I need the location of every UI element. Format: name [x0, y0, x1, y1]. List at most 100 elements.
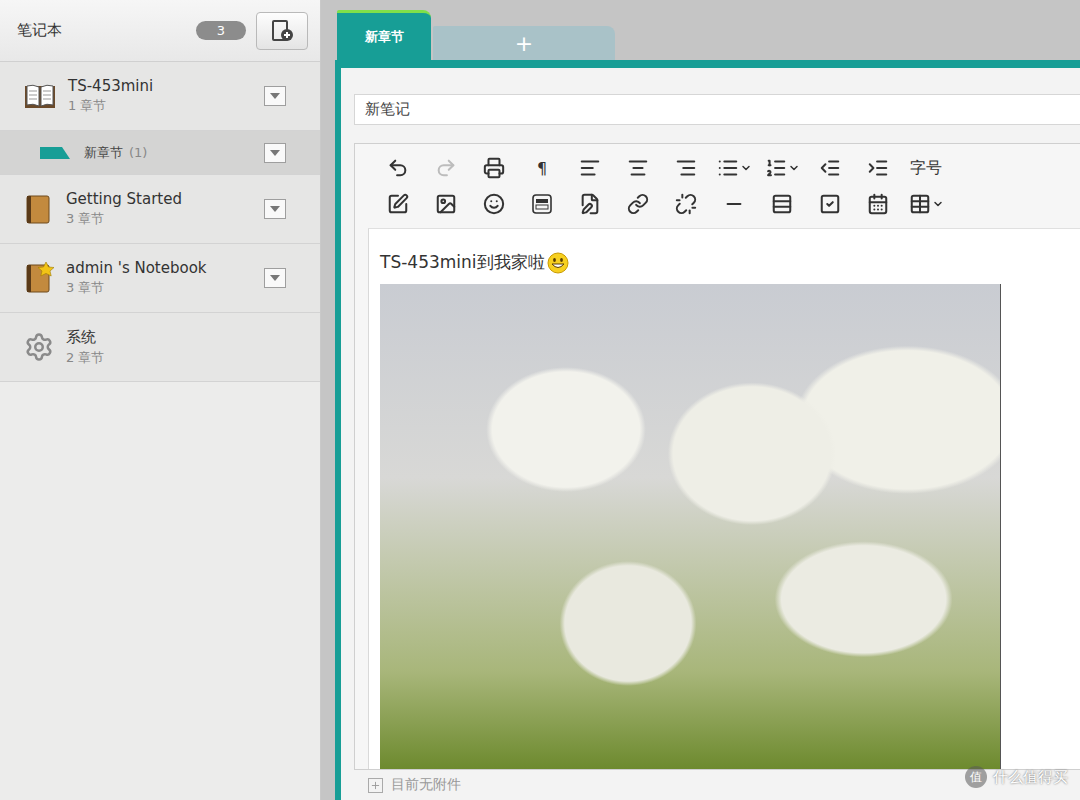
- format-button[interactable]: 字号: [908, 154, 944, 182]
- link-button[interactable]: [620, 190, 656, 218]
- dropdown-arrow-icon: [270, 150, 280, 156]
- dropdown-icon: [932, 198, 944, 210]
- tab[interactable]: +: [433, 26, 615, 60]
- table-icon: [909, 193, 931, 215]
- watermark-text: 什么值得买: [993, 768, 1068, 787]
- count-badge: 3: [196, 21, 246, 40]
- toolbar: ¶ 字号: [355, 144, 1080, 228]
- sidebar-title: 笔记本: [17, 21, 186, 40]
- note-button[interactable]: [572, 190, 608, 218]
- bullet-list-icon: [717, 157, 739, 179]
- hr-icon: [723, 193, 745, 215]
- undo-button[interactable]: [380, 154, 416, 182]
- checkbox-icon: [819, 193, 841, 215]
- outdent-button[interactable]: [812, 154, 848, 182]
- attachment-label: 目前无附件: [391, 776, 461, 794]
- editor-content[interactable]: TS-453mini到我家啦: [368, 228, 1080, 769]
- calendar-button[interactable]: [860, 190, 896, 218]
- print-icon: [483, 157, 505, 179]
- notebook-item[interactable]: Getting Started 3 章节: [0, 175, 320, 244]
- chapter-count: 2 章节: [66, 349, 286, 367]
- tulip-photo: [380, 284, 1001, 769]
- sidebar-header: 笔记本 3: [0, 0, 320, 62]
- image-icon: [435, 193, 457, 215]
- section-item[interactable]: 新章节(1): [0, 131, 320, 175]
- checkbox-button[interactable]: [812, 190, 848, 218]
- table-button[interactable]: [908, 190, 944, 218]
- notebook-item[interactable]: TS-453mini 1 章节: [0, 62, 320, 131]
- video-button[interactable]: [524, 190, 560, 218]
- bullet-list-button[interactable]: [716, 154, 752, 182]
- align-left-button[interactable]: [572, 154, 608, 182]
- number-list-icon: [765, 157, 787, 179]
- add-notebook-icon: [270, 19, 294, 43]
- align-center-button[interactable]: [620, 154, 656, 182]
- toolbar-row: [380, 190, 1080, 218]
- unlink-button[interactable]: [668, 190, 704, 218]
- video-icon: [531, 193, 553, 215]
- print-button[interactable]: [476, 154, 512, 182]
- watermark: 值什么值得买: [965, 766, 1068, 788]
- note-icon: [579, 193, 601, 215]
- open-book-icon: [24, 82, 56, 110]
- dropdown-arrow-icon: [270, 275, 280, 281]
- editor: ¶ 字号 TS-453mini到我家啦: [354, 143, 1080, 770]
- dropdown-icon: [740, 162, 752, 174]
- chapter-count: 3 章节: [66, 279, 252, 297]
- sidebar: 笔记本 3 TS-453mini 1 章节新章节(1) Getting Started 3…: [0, 0, 321, 800]
- align-left-icon: [579, 157, 601, 179]
- hr-button[interactable]: [716, 190, 752, 218]
- calendar-icon: [867, 193, 889, 215]
- format-button[interactable]: ¶: [524, 154, 560, 182]
- notebook-menu-button[interactable]: [264, 268, 286, 288]
- section-name: 新章节(1): [84, 144, 250, 162]
- redo-icon: [435, 157, 457, 179]
- toolbar-row: ¶ 字号: [380, 154, 1080, 182]
- notebook-menu-button[interactable]: [264, 199, 286, 219]
- dropdown-icon: [788, 162, 800, 174]
- add-notebook-button[interactable]: [256, 12, 308, 50]
- add-attachment-icon[interactable]: [368, 778, 383, 793]
- notebook-item[interactable]: 系统 2 章节: [0, 313, 320, 382]
- undo-icon: [387, 157, 409, 179]
- notes-app: 笔记本 3 TS-453mini 1 章节新章节(1) Getting Started 3…: [0, 0, 1080, 800]
- rows-button[interactable]: [764, 190, 800, 218]
- notebook-name: 系统: [66, 328, 286, 347]
- starred-book-icon: [24, 262, 54, 294]
- note-frame: 新笔记 ¶ 字号 TS-453mini到我家啦目前无附件: [335, 60, 1080, 800]
- image-button[interactable]: [428, 190, 464, 218]
- align-center-icon: [627, 157, 649, 179]
- notebook-menu-button[interactable]: [264, 86, 286, 106]
- tab-bar: 新章节+: [335, 0, 1080, 60]
- indent-icon: [867, 157, 889, 179]
- emoji-button[interactable]: [476, 190, 512, 218]
- chapter-count: 3 章节: [66, 210, 252, 228]
- note-title-input[interactable]: 新笔记: [354, 94, 1080, 125]
- link-icon: [627, 193, 649, 215]
- section-menu-button[interactable]: [264, 143, 286, 163]
- notebook-item[interactable]: admin 's Notebook 3 章节: [0, 244, 320, 313]
- notebook-name: Getting Started: [66, 190, 252, 208]
- tab[interactable]: 新章节: [337, 10, 431, 60]
- number-list-button[interactable]: [764, 154, 800, 182]
- notebook-name: admin 's Notebook: [66, 259, 252, 277]
- dropdown-arrow-icon: [270, 206, 280, 212]
- notebook-name: TS-453mini: [68, 77, 252, 95]
- unlink-icon: [675, 193, 697, 215]
- rows-icon: [771, 193, 793, 215]
- watermark-badge: 值: [965, 766, 987, 788]
- draw-icon: [387, 193, 409, 215]
- align-right-button[interactable]: [668, 154, 704, 182]
- indent-button[interactable]: [860, 154, 896, 182]
- section-icon: [40, 147, 70, 159]
- note-text: TS-453mini到我家啦: [380, 251, 1080, 274]
- chapter-count: 1 章节: [68, 97, 252, 115]
- main-panel: 新章节+ 新笔记 ¶ 字号 TS-453mini到我家啦目前无附件: [321, 0, 1080, 800]
- book-icon: [24, 193, 54, 225]
- outdent-icon: [819, 157, 841, 179]
- align-right-icon: [675, 157, 697, 179]
- draw-button[interactable]: [380, 190, 416, 218]
- dropdown-arrow-icon: [270, 93, 280, 99]
- redo-button[interactable]: [428, 154, 464, 182]
- gear-icon: [24, 332, 54, 362]
